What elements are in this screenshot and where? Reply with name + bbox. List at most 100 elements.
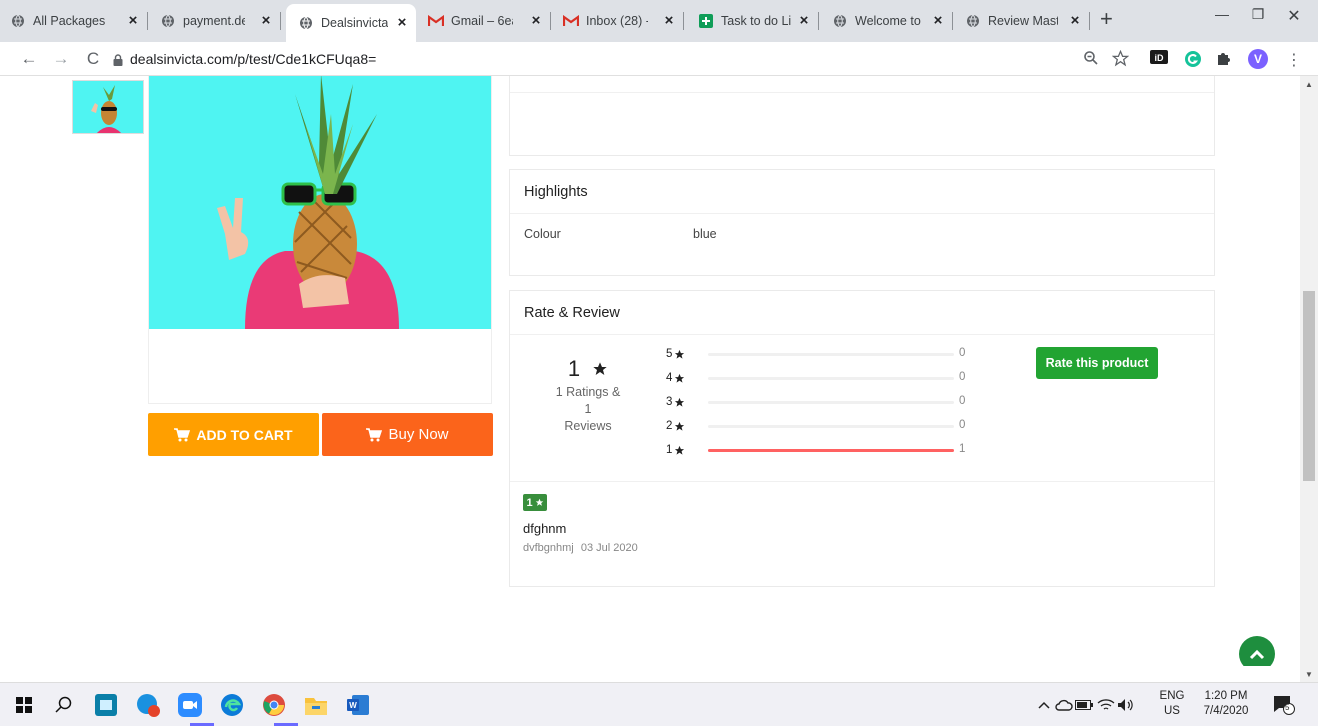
star-icon <box>672 373 685 384</box>
rate-product-button[interactable]: Rate this product <box>1036 347 1158 379</box>
rate-review-title: Rate & Review <box>510 291 1214 335</box>
overall-rating: 1 1 Ratings & 1 Reviews <box>552 356 624 435</box>
page-content: ADD TO CART Buy Now Highlights Colour bl… <box>0 76 1300 666</box>
minimize-icon[interactable]: — <box>1202 6 1242 22</box>
browser-toolbar: ← → C dealsinvicta.com/p/test/Cde1kCFUqa… <box>0 42 1318 76</box>
review-author: dvfbgnhmj <box>523 542 574 554</box>
rating-bar-row: 11 <box>666 443 976 457</box>
globe-icon <box>832 13 848 29</box>
chrome-icon[interactable] <box>262 693 286 717</box>
cart-icon <box>174 427 191 442</box>
volume-icon[interactable] <box>1114 693 1138 717</box>
tab-all-packages[interactable]: All Packages × <box>10 8 148 34</box>
tab-task-sheet[interactable]: Task to do Li × <box>698 8 819 34</box>
rating-bar-row: 50 <box>666 347 976 361</box>
tab-payment[interactable]: payment.dea × <box>160 8 281 34</box>
tab-separator <box>280 12 281 30</box>
new-tab-plus-icon[interactable]: + <box>1100 8 1113 30</box>
tab-close-icon[interactable]: × <box>1067 12 1083 30</box>
window-close-icon[interactable]: ✕ <box>1274 6 1314 26</box>
star-icon <box>672 421 685 432</box>
product-image <box>149 76 491 329</box>
scrollbar-thumb[interactable] <box>1303 291 1315 481</box>
rating-bar-label: 4 <box>666 372 694 384</box>
review-rating-badge: 1 <box>523 494 547 511</box>
tab-title: Welcome to <box>855 14 921 28</box>
language-code: ENG <box>1159 690 1185 702</box>
region-code: US <box>1164 705 1180 717</box>
tab-inbox[interactable]: Inbox (28) - × <box>563 8 684 34</box>
tab-title: All Packages <box>33 14 106 28</box>
overall-rating-value: 1 <box>552 356 624 382</box>
zoom-app-icon[interactable] <box>178 693 202 717</box>
notification-center-icon[interactable]: 5 <box>1272 693 1296 717</box>
extensions-puzzle-icon[interactable] <box>1216 50 1234 68</box>
buy-now-button[interactable]: Buy Now <box>322 413 493 456</box>
highlight-key: Colour <box>524 227 561 241</box>
tab-close-icon[interactable]: × <box>528 12 544 30</box>
rating-bar-row: 40 <box>666 371 976 385</box>
scroll-down-arrow-icon[interactable]: ▼ <box>1305 670 1313 679</box>
tab-review-master[interactable]: Review Mast × <box>965 8 1090 34</box>
overall-rating-number: 1 <box>567 356 581 381</box>
globe-icon <box>965 13 981 29</box>
tab-dealsinvicta[interactable]: Dealsinvicta × <box>286 4 416 42</box>
battery-icon[interactable] <box>1072 693 1096 717</box>
app-1-icon[interactable] <box>94 693 118 717</box>
clock-date: 7/4/2020 <box>1203 705 1249 717</box>
description-card-head <box>510 76 1214 93</box>
windows-start-icon[interactable] <box>12 693 36 717</box>
system-clock[interactable]: 1:20 PM 7/4/2020 <box>1196 689 1256 719</box>
browser-tab-strip: All Packages × payment.dea × Dealsinvict… <box>0 0 1318 42</box>
back-arrow-icon[interactable]: ← <box>18 48 40 70</box>
sheets-icon <box>698 13 714 29</box>
reload-icon[interactable]: C <box>82 48 104 70</box>
scroll-to-top-button[interactable] <box>1239 636 1275 666</box>
tab-close-icon[interactable]: × <box>796 12 812 30</box>
cart-icon <box>366 427 383 442</box>
tab-close-icon[interactable]: × <box>258 12 274 30</box>
tab-close-icon[interactable]: × <box>394 14 410 32</box>
rating-bar-count: 0 <box>959 347 966 359</box>
bookmark-star-icon[interactable] <box>1111 49 1130 68</box>
rating-bar-track <box>708 353 954 356</box>
rating-bar-row: 20 <box>666 419 976 433</box>
skype-icon[interactable] <box>136 693 160 717</box>
buy-now-label: Buy Now <box>388 426 449 443</box>
search-icon[interactable] <box>52 693 76 717</box>
tab-title: payment.dea <box>183 14 245 28</box>
restore-icon[interactable]: ❐ <box>1238 6 1278 23</box>
rating-bar-label: 2 <box>666 420 694 432</box>
grammarly-icon[interactable] <box>1184 50 1202 68</box>
tab-close-icon[interactable]: × <box>661 12 677 30</box>
file-explorer-icon[interactable] <box>304 693 328 717</box>
rating-bar-count: 0 <box>959 371 966 383</box>
input-language[interactable]: ENG US <box>1154 689 1190 719</box>
page-scrollbar[interactable]: ▲ ▼ <box>1300 76 1318 682</box>
star-icon <box>672 349 685 360</box>
edge-icon[interactable] <box>220 693 244 717</box>
review-meta: dvfbgnhmj 03 Jul 2020 <box>523 542 638 554</box>
browser-menu-icon[interactable]: ⋮ <box>1286 50 1304 69</box>
tab-close-icon[interactable]: × <box>930 12 946 30</box>
word-icon[interactable]: W <box>346 693 370 717</box>
rating-bar-row: 30 <box>666 395 976 409</box>
tab-close-icon[interactable]: × <box>125 12 141 30</box>
zoom-icon[interactable] <box>1083 50 1101 68</box>
review-date: 03 Jul 2020 <box>580 542 638 554</box>
rating-bar-count: 0 <box>959 419 966 431</box>
address-bar[interactable]: dealsinvicta.com/p/test/Cde1kCFUqa8= <box>130 51 376 67</box>
tab-welcome[interactable]: Welcome to × <box>832 8 953 34</box>
scroll-up-arrow-icon[interactable]: ▲ <box>1305 80 1313 89</box>
add-to-cart-button[interactable]: ADD TO CART <box>148 413 319 456</box>
rating-bar-count: 1 <box>959 443 966 455</box>
tab-separator <box>550 12 551 30</box>
id-extension-icon[interactable]: iD <box>1150 50 1168 68</box>
tab-gmail[interactable]: Gmail – 6ea × <box>428 8 551 34</box>
tab-separator <box>818 12 819 30</box>
svg-text:iD: iD <box>1155 53 1165 63</box>
product-thumbnail[interactable] <box>72 80 144 134</box>
forward-arrow-icon[interactable]: → <box>50 48 72 70</box>
gmail-icon <box>428 13 444 29</box>
highlights-title: Highlights <box>510 170 1214 214</box>
